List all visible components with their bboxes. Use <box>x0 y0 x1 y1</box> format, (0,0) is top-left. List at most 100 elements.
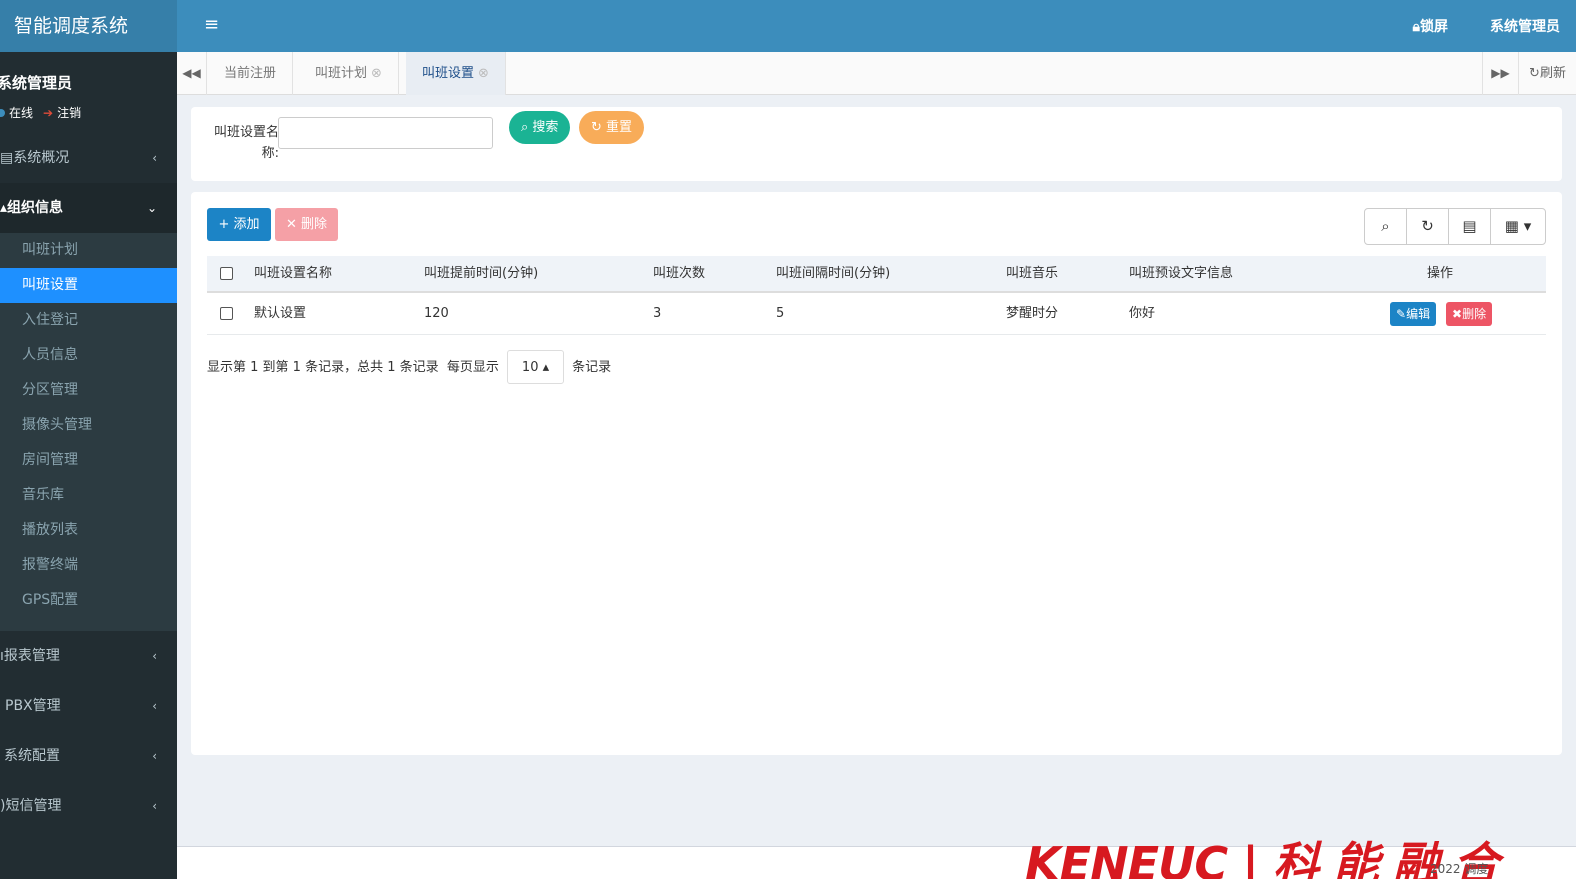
tab-label: 当前注册 <box>224 66 277 81</box>
submenu-item-cameras[interactable]: 摄像头管理 <box>0 408 177 443</box>
lock-label: 锁屏 <box>1420 19 1448 35</box>
menu-sms[interactable]: )短信管理 ‹ <box>0 781 177 831</box>
tab-current-register[interactable]: 当前注册 <box>208 52 294 95</box>
search-toggle-icon[interactable]: ⌕ <box>1365 209 1407 244</box>
delete-row-label: 删除 <box>1462 307 1487 321</box>
toggle-view-icon[interactable]: ▤ <box>1449 209 1491 244</box>
app-title: 智能调度系统 <box>0 0 177 52</box>
submenu-item-call-plan[interactable]: 叫班计划 <box>0 233 177 268</box>
chevron-left-icon: ‹ <box>152 649 157 663</box>
chevron-down-icon: ⌄ <box>146 201 157 215</box>
dashboard-icon: ▤ <box>0 150 14 166</box>
header-count[interactable]: 叫班次数 <box>653 256 705 292</box>
page-size-select[interactable]: 10 ▴ <box>507 350 565 384</box>
user-panel: 系统管理员 在线 ➔ 注销 <box>0 52 177 132</box>
close-icon[interactable]: ⊗ <box>371 66 382 81</box>
record-info: 显示第 1 到第 1 条记录，总共 1 条记录 <box>207 360 439 375</box>
caret-up-icon: ▴ <box>542 360 550 375</box>
refresh-icon[interactable]: ↻ <box>1407 209 1449 244</box>
header-name[interactable]: 叫班设置名称 <box>254 256 332 292</box>
top-navbar: ≡ 🔒︎锁屏 系统管理员 <box>177 0 1576 52</box>
online-dot-icon <box>0 109 5 117</box>
edit-row-button[interactable]: ✎编辑 <box>1390 302 1437 326</box>
chevron-left-icon: ‹ <box>152 699 157 713</box>
header-advance-time[interactable]: 叫班提前时间(分钟) <box>424 256 538 292</box>
submenu-item-checkin[interactable]: 入住登记 <box>0 303 177 338</box>
tabs-scroll-left-icon[interactable]: ◀◀ <box>177 52 207 95</box>
columns-icon[interactable]: ▦ ▾ <box>1491 209 1545 244</box>
header-interval[interactable]: 叫班间隔时间(分钟) <box>776 256 890 292</box>
org-icon: ▴ <box>0 200 8 216</box>
cell-advance-time: 120 <box>424 306 449 321</box>
delete-button[interactable]: ✕ 删除 <box>275 208 338 241</box>
cell-music: 梦醒时分 <box>1006 306 1059 321</box>
tab-label: 叫班计划 <box>315 66 368 81</box>
refresh-label: 刷新 <box>1539 66 1566 81</box>
edit-label: 编辑 <box>1406 307 1431 321</box>
online-label: 在线 <box>9 106 34 120</box>
tab-call-plan[interactable]: 叫班计划 ⊗ <box>299 52 399 95</box>
submenu-item-call-settings[interactable]: 叫班设置 <box>0 268 177 303</box>
logout-link[interactable]: 注销 <box>57 106 81 120</box>
submenu-org-info: 叫班计划 叫班设置 入住登记 人员信息 分区管理 摄像头管理 房间管理 音乐库 … <box>0 233 177 631</box>
tab-call-settings[interactable]: 叫班设置 ⊗ <box>406 52 506 95</box>
user-name: 系统管理员 <box>0 74 73 92</box>
menu-toggle-icon[interactable]: ≡ <box>204 14 219 35</box>
table-header: 叫班设置名称 叫班提前时间(分钟) 叫班次数 叫班间隔时间(分钟) 叫班音乐 叫… <box>207 256 1546 293</box>
times-icon: ✕ <box>285 217 297 232</box>
delete-row-button[interactable]: ✖删除 <box>1446 302 1493 326</box>
menu-label: 短信管理 <box>5 798 62 814</box>
table-row[interactable]: 默认设置 120 3 5 梦醒时分 你好 ✎编辑 ✖删除 <box>207 293 1546 335</box>
menu-system-config[interactable]: 系统配置 ‹ <box>0 731 177 781</box>
menu-pbx[interactable]: PBX管理 ‹ <box>0 681 177 731</box>
submenu-item-alarm-terminal[interactable]: 报警终端 <box>0 548 177 583</box>
submenu-item-rooms[interactable]: 房间管理 <box>0 443 177 478</box>
select-all-checkbox[interactable] <box>220 267 233 280</box>
menu-system-overview[interactable]: ▤系统概况 ‹ <box>0 133 177 183</box>
submenu-item-playlist[interactable]: 播放列表 <box>0 513 177 548</box>
chevron-left-icon: ‹ <box>152 799 157 813</box>
submenu-item-zones[interactable]: 分区管理 <box>0 373 177 408</box>
menu-label: 报表管理 <box>3 648 60 664</box>
submenu-item-music-library[interactable]: 音乐库 <box>0 478 177 513</box>
tabs-scroll-right-icon[interactable]: ▶▶ <box>1482 52 1518 95</box>
menu-reports[interactable]: ı报表管理 ‹ <box>0 631 177 681</box>
cell-preset-text: 你好 <box>1129 306 1156 321</box>
row-checkbox[interactable] <box>220 307 233 320</box>
search-name-input[interactable] <box>278 117 493 149</box>
cell-name: 默认设置 <box>254 306 307 321</box>
sidebar: 智能调度系统 系统管理员 在线 ➔ 注销 ▤系统概况 ‹ ▴组织信息 ⌄ 叫班计划 … <box>0 0 177 879</box>
search-button-label: 搜索 <box>532 120 559 135</box>
logo-text: KENEUC <box>1025 837 1228 879</box>
refresh-icon: ↻ <box>591 120 602 135</box>
add-label: 添加 <box>233 217 260 232</box>
header-actions: 操作 <box>1427 266 1454 281</box>
menu-label: 系统概况 <box>13 150 70 166</box>
header-preset-text[interactable]: 叫班预设文字信息 <box>1129 256 1233 292</box>
page-size-value: 10 <box>521 360 539 375</box>
menu-org-info[interactable]: ▴组织信息 ⌄ <box>0 183 177 233</box>
chevron-left-icon: ‹ <box>152 151 157 165</box>
plus-icon: + <box>218 217 230 232</box>
submenu-item-gps-config[interactable]: GPS配置 <box>0 583 177 618</box>
footer-text: 2022 调度 <box>1430 862 1489 876</box>
search-button[interactable]: ⌕ 搜索 <box>509 111 571 144</box>
per-page-label: 每页显示 <box>446 360 499 375</box>
admin-menu[interactable]: 系统管理员 <box>1490 16 1560 36</box>
edit-icon: ✎ <box>1396 307 1407 321</box>
submenu-item-personnel[interactable]: 人员信息 <box>0 338 177 373</box>
refresh-icon: ↻ <box>1529 66 1540 81</box>
refresh-tab-button[interactable]: ↻刷新 <box>1518 52 1576 95</box>
tab-label: 叫班设置 <box>422 66 475 81</box>
reset-button[interactable]: ↻ 重置 <box>579 111 645 144</box>
table-panel: + 添加 ✕ 删除 ⌕ ↻ ▤ ▦ ▾ 叫班设置名称 叫班提前时间(分钟) 叫班… <box>191 192 1562 755</box>
logout-icon[interactable]: ➔ <box>43 106 53 120</box>
times-icon: ✖ <box>1452 307 1463 321</box>
delete-label: 删除 <box>301 217 328 232</box>
lock-screen-button[interactable]: 🔒︎锁屏 <box>1413 16 1448 36</box>
add-button[interactable]: + 添加 <box>207 208 271 241</box>
chevron-left-icon: ‹ <box>152 749 157 763</box>
menu-label: PBX管理 <box>5 698 61 714</box>
close-icon[interactable]: ⊗ <box>478 66 489 81</box>
header-music[interactable]: 叫班音乐 <box>1006 256 1058 292</box>
